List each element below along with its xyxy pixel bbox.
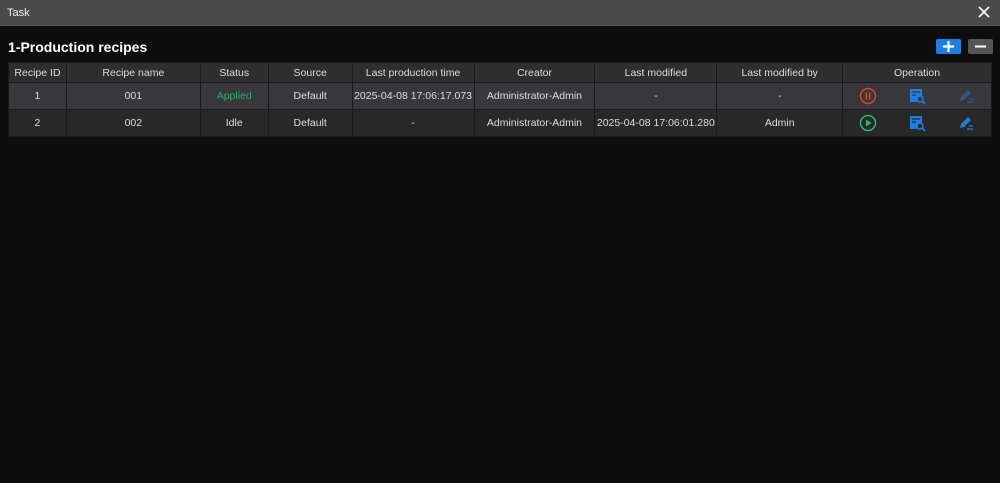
play-icon[interactable]	[859, 114, 877, 132]
recipes-table: Recipe ID Recipe name Status Source Last…	[8, 62, 992, 137]
plus-icon	[943, 41, 954, 52]
cell-creator: Administrator-Admin	[473, 82, 596, 110]
add-button[interactable]	[936, 39, 961, 54]
cell-status: Applied	[199, 82, 269, 110]
cell-name: 002	[65, 109, 201, 137]
col-operation: Operation	[842, 62, 992, 83]
cell-name: 001	[65, 82, 201, 110]
edit-icon[interactable]	[957, 114, 975, 132]
cell-modified-by: -	[716, 82, 844, 110]
cell-source: Default	[267, 109, 353, 137]
cell-operation	[842, 109, 992, 137]
col-source[interactable]: Source	[267, 62, 353, 83]
col-last-modified[interactable]: Last modified	[594, 62, 718, 83]
cell-modified-by: Admin	[716, 109, 844, 137]
col-creator[interactable]: Creator	[473, 62, 596, 83]
col-last-modified-by[interactable]: Last modified by	[716, 62, 844, 83]
cell-status: Idle	[199, 109, 269, 137]
col-status[interactable]: Status	[199, 62, 269, 83]
cell-last-modified: -	[594, 82, 718, 110]
cell-creator: Administrator-Admin	[473, 109, 596, 137]
minus-icon	[975, 45, 986, 48]
cell-id: 2	[8, 109, 67, 137]
view-details-icon[interactable]	[908, 87, 926, 105]
cell-last-modified: 2025-04-08 17:06:01.280	[594, 109, 718, 137]
close-icon[interactable]	[976, 4, 992, 20]
col-recipe-name[interactable]: Recipe name	[65, 62, 201, 83]
edit-icon	[957, 87, 975, 105]
table-row[interactable]: 2 002 Idle Default - Administrator-Admin…	[8, 109, 992, 137]
col-recipe-id[interactable]: Recipe ID	[8, 62, 67, 83]
window-title: Task	[7, 7, 30, 19]
remove-button[interactable]	[968, 39, 993, 54]
cell-last-production: 2025-04-08 17:06:17.073	[351, 82, 475, 110]
col-last-production-time[interactable]: Last production time	[351, 62, 475, 83]
cell-id: 1	[8, 82, 67, 110]
pause-icon[interactable]	[859, 87, 877, 105]
section-title: 1-Production recipes	[8, 39, 148, 55]
table-header: Recipe ID Recipe name Status Source Last…	[8, 62, 992, 83]
cell-source: Default	[267, 82, 353, 110]
title-bar: Task	[0, 0, 1000, 26]
cell-operation	[842, 82, 992, 110]
table-row[interactable]: 1 001 Applied Default 2025-04-08 17:06:1…	[8, 82, 992, 110]
cell-last-production: -	[351, 109, 475, 137]
view-details-icon[interactable]	[908, 114, 926, 132]
